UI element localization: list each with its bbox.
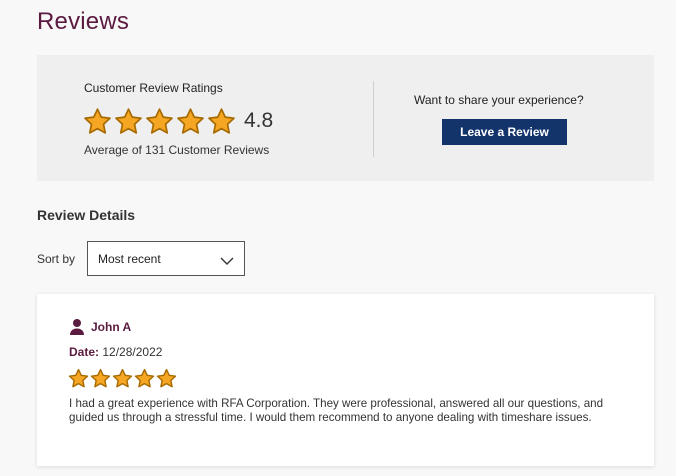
review-details-heading: Review Details bbox=[37, 207, 136, 223]
review-date: Date: 12/28/2022 bbox=[69, 345, 162, 359]
star-icon bbox=[207, 107, 236, 136]
ratings-label: Customer Review Ratings bbox=[84, 81, 223, 95]
star-icon bbox=[176, 107, 205, 136]
star-icon bbox=[83, 107, 112, 136]
chevron-down-icon bbox=[220, 253, 234, 265]
reviewer-name: John A bbox=[91, 319, 132, 334]
date-value: 12/28/2022 bbox=[102, 345, 163, 359]
divider bbox=[373, 81, 374, 157]
reviewer: John A bbox=[69, 318, 131, 335]
star-icon bbox=[112, 368, 133, 389]
sort-label: Sort by bbox=[37, 252, 76, 266]
rating-value: 4.8 bbox=[244, 109, 274, 132]
date-label: Date: bbox=[69, 345, 100, 359]
star-icon bbox=[90, 368, 111, 389]
star-icon bbox=[68, 368, 89, 389]
rating-summary-panel: Customer Review Ratings 4.8 Average of 1… bbox=[37, 55, 654, 181]
leave-review-button[interactable]: Leave a Review bbox=[442, 119, 567, 145]
share-prompt: Want to share your experience? bbox=[414, 93, 584, 107]
page-title: Reviews bbox=[37, 8, 130, 35]
review-stars bbox=[68, 368, 177, 389]
sort-selected-value: Most recent bbox=[98, 252, 161, 266]
average-reviews-text: Average of 131 Customer Reviews bbox=[84, 143, 270, 157]
star-icon bbox=[156, 368, 177, 389]
review-text: I had a great experience with RFA Corpor… bbox=[69, 397, 604, 424]
star-icon bbox=[114, 107, 143, 136]
star-icon bbox=[145, 107, 174, 136]
review-card: John A Date: 12/28/2022 I had a great ex… bbox=[37, 294, 654, 466]
rating-stars bbox=[83, 107, 236, 136]
sort-select[interactable]: Most recent bbox=[87, 241, 245, 276]
star-icon bbox=[134, 368, 155, 389]
user-icon bbox=[69, 318, 85, 335]
